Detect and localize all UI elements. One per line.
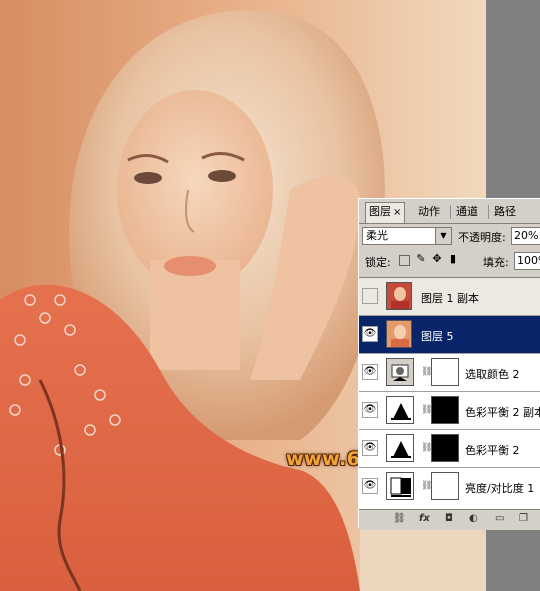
layer-name: 选取颜色 2: [465, 368, 520, 381]
tab-divider: [450, 205, 451, 219]
group-folder-icon[interactable]: ▭: [495, 513, 504, 524]
layer-name: 色彩平衡 2: [465, 444, 520, 457]
mask-thumbnail[interactable]: [431, 396, 459, 424]
tab-paths[interactable]: 路径: [491, 203, 519, 221]
lock-row: 锁定: ✎ ✥ ▮ 填充: 100%: [359, 252, 540, 270]
tab-actions-label: 动作: [418, 205, 440, 218]
tab-actions[interactable]: 动作: [415, 203, 443, 221]
lock-label: 锁定:: [365, 256, 391, 269]
mask-thumbnail[interactable]: [431, 358, 459, 386]
panel-tabs: 图层 × 动作 通道 路径: [359, 199, 540, 224]
tab-layers-label: 图层: [369, 205, 391, 218]
add-mask-icon[interactable]: ◘: [445, 513, 453, 524]
layers-panel: 图层 × 动作 通道 路径 柔光 ▼ 不透明度: 20% 锁定: ✎ ✥ ▮ 填充…: [358, 198, 540, 530]
tab-layers[interactable]: 图层 ×: [365, 202, 406, 223]
fill-input[interactable]: 100%: [514, 252, 540, 270]
fx-icon[interactable]: fx: [419, 513, 430, 524]
opacity-input[interactable]: 20%: [511, 227, 540, 245]
layer-thumbnail: [386, 282, 412, 310]
selective-color-icon: [386, 358, 414, 386]
blend-row: 柔光 ▼ 不透明度: 20%: [359, 227, 540, 247]
color-balance-icon: [386, 396, 414, 424]
opacity-label: 不透明度:: [458, 231, 506, 244]
link-layers-icon[interactable]: ⛓: [393, 513, 406, 524]
close-icon[interactable]: ×: [393, 207, 401, 218]
blend-mode-select[interactable]: 柔光 ▼: [362, 227, 452, 245]
lock-move-icon[interactable]: ✥: [431, 253, 443, 265]
layer-row[interactable]: 图层 1 副本: [359, 278, 540, 316]
tab-channels-label: 通道: [456, 205, 478, 218]
layers-list: 图层 1 副本 👁 图层 5 👁 ⛓ 选取颜色 2 👁 ⛓ 色彩平衡 2 副本 …: [359, 277, 540, 510]
layer-name: 图层 1 副本: [421, 292, 479, 305]
eye-icon[interactable]: 👁: [362, 478, 378, 494]
layer-name: 色彩平衡 2 副本: [465, 406, 540, 419]
chevron-down-icon[interactable]: ▼: [435, 228, 451, 244]
color-balance-icon: [386, 434, 414, 462]
eye-icon[interactable]: 👁: [362, 326, 378, 342]
lock-transparency-icon[interactable]: [399, 255, 410, 266]
brightness-contrast-icon: [386, 472, 414, 500]
layer-row[interactable]: 👁 ⛓ 选取颜色 2: [359, 354, 540, 392]
layer-name: 图层 5: [421, 330, 454, 343]
mask-thumbnail[interactable]: [431, 472, 459, 500]
eye-icon[interactable]: 👁: [362, 440, 378, 456]
eye-icon[interactable]: 👁: [362, 364, 378, 380]
blend-mode-value: 柔光: [366, 229, 388, 242]
lock-all-icon[interactable]: ▮: [447, 253, 459, 265]
eye-icon[interactable]: 👁: [362, 402, 378, 418]
layer-row[interactable]: 👁 图层 5: [359, 316, 540, 354]
lock-paint-icon[interactable]: ✎: [415, 253, 427, 265]
tab-paths-label: 路径: [494, 205, 516, 218]
adjustment-layer-icon[interactable]: ◐: [469, 513, 478, 524]
layer-row[interactable]: 👁 ⛓ 色彩平衡 2 副本: [359, 392, 540, 430]
visibility-toggle[interactable]: [362, 288, 378, 304]
tab-channels[interactable]: 通道: [453, 203, 481, 221]
new-layer-icon[interactable]: ❐: [519, 513, 528, 524]
mask-thumbnail[interactable]: [431, 434, 459, 462]
fill-label: 填充:: [483, 256, 509, 269]
layer-thumbnail: [386, 320, 412, 348]
layer-row[interactable]: 👁 ⛓ 亮度/对比度 1: [359, 468, 540, 506]
layer-row[interactable]: 👁 ⛓ 色彩平衡 2: [359, 430, 540, 468]
panel-bottom-bar: ⛓ fx ◘ ◐ ▭ ❐: [359, 509, 540, 530]
tab-divider: [488, 205, 489, 219]
layer-name: 亮度/对比度 1: [465, 482, 535, 495]
